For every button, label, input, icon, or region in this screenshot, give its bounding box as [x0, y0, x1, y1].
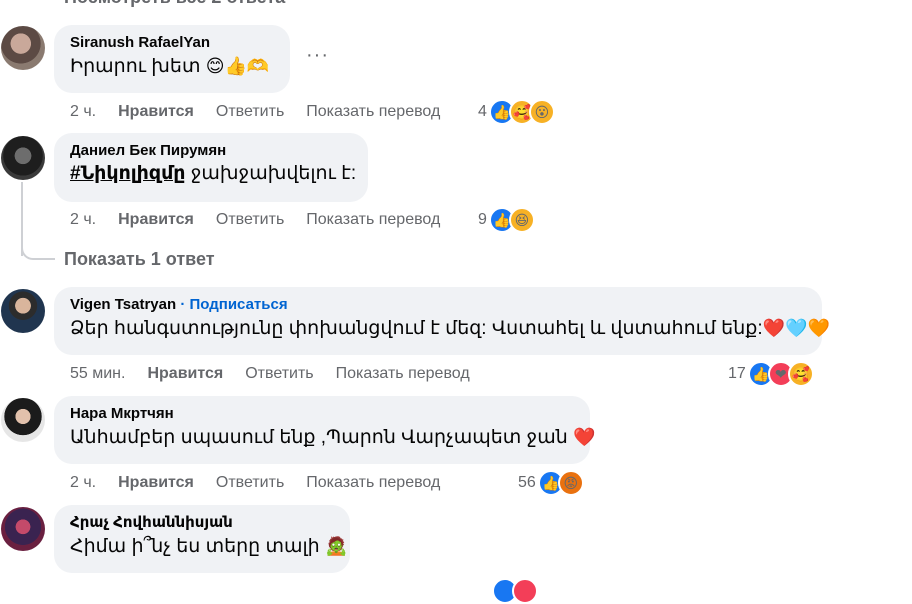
comment-author[interactable]: Нара Мкртчян [70, 404, 574, 424]
comment-emoji: ❤️🩵🧡 [762, 318, 830, 338]
comment-time[interactable]: 2 ч. [70, 473, 96, 493]
haha-reaction-icon: 😆 [508, 207, 535, 233]
reaction-icons-partial [492, 578, 538, 604]
comment-author[interactable]: Հրաչ Հովհաննիսյան [70, 513, 334, 533]
reactions-summary[interactable]: 9 👍 😆 [478, 207, 535, 233]
like-button[interactable]: Нравится [118, 210, 194, 230]
comment-bubble: Даниел Бек Пирумян #Նիկոլիզմը ջախջախվելո… [54, 133, 368, 202]
reply-button[interactable]: Ответить [245, 364, 313, 384]
comment-text: Ձեր հանգստությունը փոխանցվում է մեզ: Վստ… [70, 318, 763, 339]
comment-text: Անհամբեր սպասում ենք ,Պարոն Վարչապետ ջան [70, 427, 568, 448]
comment-emoji: ❤️ [573, 427, 596, 447]
avatar[interactable] [1, 398, 45, 442]
comment-emoji: 🧟 [324, 536, 348, 556]
comment-bubble: Нара Мкртчян Անհամբեր սպասում ենք ,Պարոն… [54, 396, 595, 464]
avatar[interactable] [1, 289, 45, 333]
show-replies-link[interactable]: Показать 1 ответ [64, 249, 215, 270]
reaction-count: 4 [478, 103, 487, 120]
comment-actions: 2 ч. Нравится Ответить Показать перевод [70, 473, 440, 493]
reply-button[interactable]: Ответить [216, 473, 284, 493]
comment-actions: 2 ч. Нравится Ответить Показать перевод [70, 102, 440, 122]
reply-button[interactable]: Ответить [216, 102, 284, 122]
thread-curve [21, 238, 55, 260]
wow-reaction-icon: 😮 [528, 99, 555, 125]
avatar[interactable] [1, 507, 45, 551]
reaction-count: 17 [728, 365, 746, 382]
comment-author[interactable]: Даниел Бек Пирумян [70, 141, 352, 161]
reaction-count: 56 [518, 474, 536, 491]
reactions-summary[interactable]: 4 👍 🥰 😮 [478, 99, 555, 125]
comment-emoji: 😊👍🫶 [205, 56, 270, 76]
care-reaction-icon: 🥰 [787, 361, 814, 387]
angry-reaction-icon: 😡 [557, 470, 584, 496]
hashtag-link[interactable]: #Նիկոլիզմը [70, 163, 186, 184]
translate-button[interactable]: Показать перевод [306, 473, 440, 493]
comment-text: Հիմա ի՞նչ ես տերը տալի [70, 536, 320, 557]
comment-text: Իրարու խետ [70, 56, 201, 77]
translate-button[interactable]: Показать перевод [306, 210, 440, 230]
avatar[interactable] [1, 136, 45, 180]
reactions-summary[interactable]: 56 👍 😡 [518, 470, 584, 496]
reaction-count: 9 [478, 211, 487, 228]
comment-time[interactable]: 2 ч. [70, 102, 96, 122]
like-button[interactable]: Нравится [118, 102, 194, 122]
reactions-summary[interactable]: 17 👍 ❤ 🥰 [728, 361, 814, 387]
comment-bubble: Հրաչ Հովհաննիսյան Հիմա ի՞նչ ես տերը տալի… [54, 505, 350, 573]
comment-author[interactable]: Siranush RafaelYan [70, 33, 274, 53]
comment-time[interactable]: 2 ч. [70, 210, 96, 230]
avatar[interactable] [1, 26, 45, 70]
follow-button[interactable]: · Подписаться [180, 296, 287, 313]
translate-button[interactable]: Показать перевод [306, 102, 440, 122]
more-options-icon[interactable]: ··· [306, 44, 329, 67]
comment-bubble: Vigen Tsatryan · Подписаться Ձեր հանգստո… [54, 287, 830, 355]
comment-time[interactable]: 55 мин. [70, 364, 125, 384]
comment-actions: 2 ч. Нравится Ответить Показать перевод [70, 210, 440, 230]
love-reaction-icon [512, 578, 538, 604]
view-all-replies-link[interactable]: Посмотреть все 2 ответа [64, 0, 285, 8]
comment-text: ջախջախվելու է: [185, 163, 357, 184]
like-button[interactable]: Нравится [147, 364, 223, 384]
comment-bubble: Siranush RafaelYan Իրարու խետ 😊👍🫶 [54, 25, 290, 93]
comment-author[interactable]: Vigen Tsatryan [70, 296, 176, 313]
like-button[interactable]: Нравится [118, 473, 194, 493]
translate-button[interactable]: Показать перевод [336, 364, 470, 384]
reply-button[interactable]: Ответить [216, 210, 284, 230]
comment-actions: 55 мин. Нравится Ответить Показать перев… [70, 364, 470, 384]
